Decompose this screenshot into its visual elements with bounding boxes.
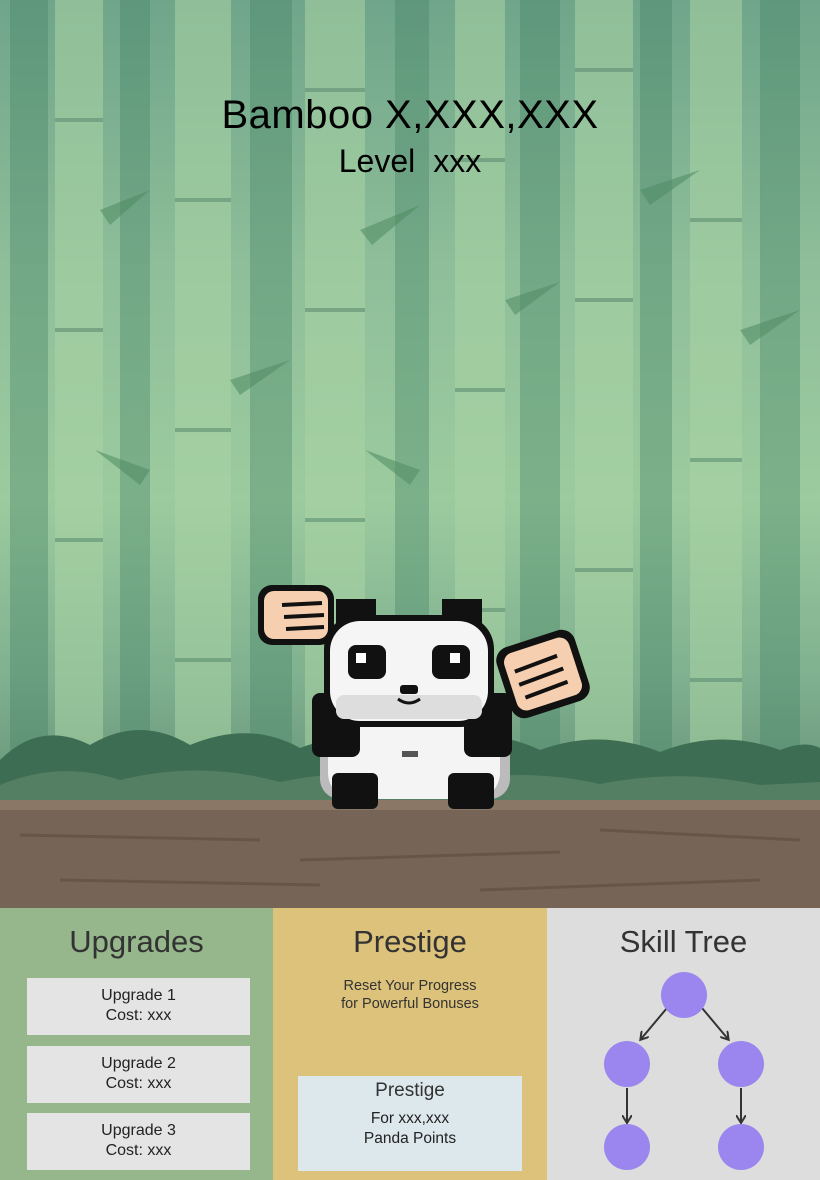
upgrade-cost: Cost: xxx bbox=[105, 1075, 172, 1092]
upgrade-1-button[interactable]: Upgrade 1 Cost: xxx bbox=[27, 978, 250, 1035]
skill-node-root[interactable] bbox=[661, 972, 707, 1018]
prestige-button-label: Prestige bbox=[375, 1080, 445, 1101]
prestige-description-line: Reset Your Progress bbox=[343, 978, 477, 994]
prestige-panel: Prestige Reset Your Progress for Powerfu… bbox=[273, 908, 547, 1180]
upgrade-name: Upgrade 3 bbox=[101, 1122, 176, 1139]
skill-edge bbox=[641, 1007, 668, 1039]
skill-edge bbox=[701, 1007, 728, 1039]
level-value: xxx bbox=[433, 143, 482, 179]
upgrade-3-button[interactable]: Upgrade 3 Cost: xxx bbox=[27, 1113, 250, 1170]
panda-clicker[interactable] bbox=[252, 575, 596, 815]
game-scene: Bamboo X,XXX,XXX Level xxx bbox=[0, 0, 820, 908]
bamboo-counter: Bamboo X,XXX,XXX bbox=[221, 93, 599, 137]
skill-node-right-child[interactable] bbox=[718, 1124, 764, 1170]
skill-node-left[interactable] bbox=[604, 1041, 650, 1087]
upgrade-name: Upgrade 1 bbox=[101, 987, 176, 1004]
prestige-button[interactable]: Prestige For xxx,xxx Panda Points bbox=[298, 1076, 522, 1171]
prestige-reward-line: Panda Points bbox=[363, 1130, 457, 1147]
skill-node-right[interactable] bbox=[718, 1041, 764, 1087]
left-fist-icon bbox=[258, 585, 334, 645]
upgrades-title: Upgrades bbox=[69, 924, 204, 959]
upgrades-panel: Upgrades Upgrade 1 Cost: xxx Upgrade 2 C… bbox=[0, 908, 273, 1180]
prestige-reward: For xxx,xxx Panda Points bbox=[298, 1109, 522, 1149]
level-label: Level bbox=[338, 143, 416, 179]
skill-node-left-child[interactable] bbox=[604, 1124, 650, 1170]
prestige-title: Prestige bbox=[353, 924, 467, 959]
skill-tree-graph bbox=[604, 972, 764, 1170]
level-display: Level xxx bbox=[0, 142, 820, 180]
prestige-description-line: for Powerful Bonuses bbox=[341, 996, 479, 1012]
upgrade-cost: Cost: xxx bbox=[105, 1007, 172, 1024]
upgrade-name: Upgrade 2 bbox=[101, 1055, 176, 1072]
upgrade-2-button[interactable]: Upgrade 2 Cost: xxx bbox=[27, 1046, 250, 1103]
prestige-description: Reset Your Progress for Powerful Bonuses bbox=[273, 977, 547, 1013]
prestige-reward-line: For xxx,xxx bbox=[370, 1110, 450, 1127]
skill-tree-panel: Skill Tree bbox=[547, 908, 820, 1180]
upgrade-cost: Cost: xxx bbox=[105, 1142, 172, 1159]
